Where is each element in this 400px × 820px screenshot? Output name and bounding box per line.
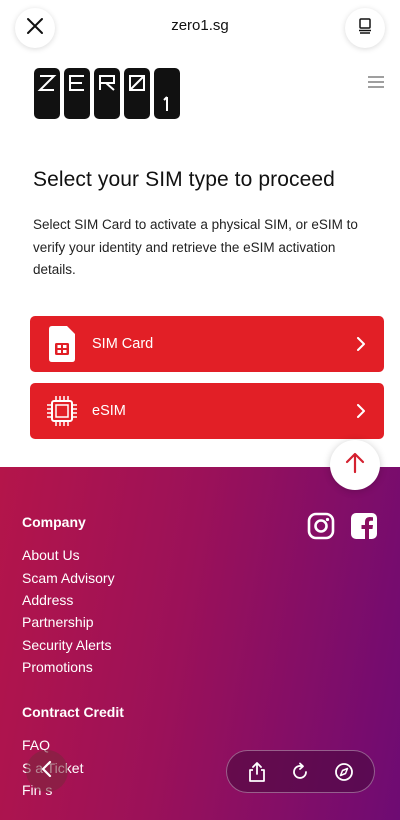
sim-card-icon — [44, 324, 80, 364]
tabs-icon — [356, 17, 374, 40]
chevron-right-icon — [354, 337, 368, 351]
sim-card-button[interactable]: SIM Card — [30, 316, 384, 372]
page-description: Select SIM Card to activate a physical S… — [33, 217, 358, 277]
sim-card-label: SIM Card — [92, 336, 154, 352]
logo-tile-r — [94, 68, 120, 119]
browser-top-bar: zero1.sg — [0, 0, 400, 56]
esim-button[interactable]: eSIM — [30, 383, 384, 439]
footer-link-about-us[interactable]: About Us — [22, 547, 80, 563]
logo-tile-0 — [124, 68, 150, 119]
scroll-to-top-button[interactable] — [330, 440, 380, 490]
logo-tile-e — [64, 68, 90, 119]
footer-link-security-alerts[interactable]: Security Alerts — [22, 637, 111, 653]
chevron-right-icon — [354, 404, 368, 418]
facebook-icon[interactable] — [350, 512, 378, 540]
tabs-button[interactable] — [345, 8, 385, 48]
back-icon — [40, 760, 54, 783]
logo-tile-1 — [154, 68, 180, 119]
footer-link-scam-advisory[interactable]: Scam Advisory — [22, 570, 115, 586]
footer-link-promotions[interactable]: Promotions — [22, 659, 93, 675]
arrow-up-icon — [345, 452, 365, 479]
footer-link-partnership[interactable]: Partnership — [22, 614, 94, 630]
footer-heading-contract-credit: Contract Credit — [22, 704, 124, 720]
hamburger-icon[interactable] — [368, 75, 384, 89]
compass-icon[interactable] — [333, 761, 355, 783]
back-button[interactable] — [26, 750, 68, 792]
browser-toolbar — [226, 750, 375, 793]
url-label[interactable]: zero1.sg — [0, 17, 400, 34]
share-icon[interactable] — [246, 761, 268, 783]
chip-icon — [44, 391, 80, 431]
footer-link-address[interactable]: Address — [22, 592, 73, 608]
logo-tile-z — [34, 68, 60, 119]
reload-icon[interactable] — [289, 761, 311, 783]
esim-label: eSIM — [92, 403, 126, 419]
page-title: Select your SIM type to proceed — [33, 168, 335, 191]
zero1-logo[interactable] — [34, 68, 180, 119]
instagram-icon[interactable] — [307, 512, 335, 540]
footer-heading-company: Company — [22, 514, 86, 530]
